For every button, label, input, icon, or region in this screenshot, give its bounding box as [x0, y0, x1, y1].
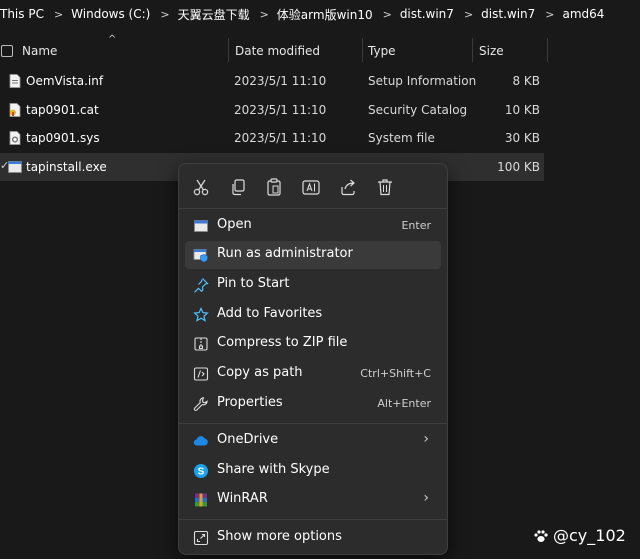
file-name: tapinstall.exe — [26, 160, 107, 174]
menu-item-label: WinRAR — [217, 491, 268, 506]
chevron-right-icon: > — [160, 7, 170, 21]
menu-item-label: Pin to Start — [217, 276, 290, 291]
chevron-right-icon: > — [53, 7, 64, 21]
breadcrumb: This PC > Windows (C:) > 天翼云盘下载 > 体验arm版… — [0, 0, 640, 28]
skype-icon: S — [194, 464, 208, 478]
more-options-icon — [193, 530, 209, 546]
menu-item-label: Add to Favorites — [217, 306, 323, 321]
menu-item-label: Compress to ZIP file — [217, 335, 348, 350]
file-name: tap0901.cat — [26, 103, 99, 117]
menu-item-show-more-options[interactable]: Show more options — [185, 524, 441, 552]
path-icon — [193, 367, 209, 381]
catalog-file-icon — [9, 103, 21, 117]
context-menu-toolbar — [179, 164, 447, 208]
column-divider[interactable] — [228, 38, 229, 62]
chevron-right-icon: › — [423, 431, 429, 447]
menu-item-onedrive[interactable]: OneDrive › — [185, 427, 441, 455]
breadcrumb-arm-win10[interactable]: 体验arm版win10 — [277, 6, 375, 23]
share-icon[interactable] — [337, 176, 359, 198]
file-size: 30 KB — [504, 131, 540, 145]
file-size: 8 KB — [512, 74, 540, 88]
cut-icon[interactable] — [190, 176, 212, 198]
file-type: System file — [368, 131, 435, 145]
shield-window-icon — [193, 249, 208, 263]
menu-item-compress-to-zip[interactable]: Compress to ZIP file — [185, 330, 441, 358]
menu-item-label: Properties — [217, 395, 283, 410]
file-row[interactable]: OemVista.inf 2023/5/1 11:10 Setup Inform… — [0, 67, 544, 95]
file-row[interactable]: tap0901.sys 2023/5/1 11:10 System file 3… — [0, 124, 544, 152]
menu-item-share-with-skype[interactable]: S Share with Skype — [185, 457, 441, 485]
menu-divider — [179, 519, 447, 520]
file-date: 2023/5/1 11:10 — [234, 103, 327, 117]
context-menu: Open Enter Run as administrator Pin to S… — [178, 163, 448, 555]
menu-item-label: Show more options — [217, 529, 342, 544]
file-type: Setup Information — [368, 74, 477, 88]
sys-file-icon — [9, 131, 21, 145]
file-name: tap0901.sys — [26, 131, 100, 145]
breadcrumb-dist-win7-b[interactable]: dist.win7 — [481, 7, 537, 21]
menu-item-shortcut: Ctrl+Shift+C — [360, 367, 431, 380]
column-date-modified[interactable]: Date modified — [235, 44, 320, 58]
menu-item-label: Run as administrator — [217, 246, 353, 261]
select-all-checkbox[interactable] — [1, 45, 13, 57]
chevron-right-icon: > — [382, 7, 392, 21]
breadcrumb-amd64[interactable]: amd64 — [563, 7, 607, 21]
svg-text:S: S — [198, 467, 205, 478]
breadcrumb-tianyi[interactable]: 天翼云盘下载 — [178, 6, 252, 23]
file-row[interactable]: tap0901.cat 2023/5/1 11:10 Security Cata… — [0, 96, 544, 124]
column-size[interactable]: Size — [479, 44, 504, 58]
chevron-right-icon: > — [259, 7, 269, 21]
menu-item-pin-to-start[interactable]: Pin to Start — [185, 271, 441, 299]
watermark-text: @cy_102 — [553, 526, 626, 545]
wrench-icon — [193, 397, 208, 411]
menu-item-add-to-favorites[interactable]: Add to Favorites — [185, 301, 441, 329]
paw-icon — [534, 529, 548, 542]
file-size: 10 KB — [504, 103, 540, 117]
menu-divider — [179, 423, 447, 424]
sort-ascending-icon: ^ — [108, 34, 117, 45]
column-divider[interactable] — [547, 38, 548, 62]
file-type: Security Catalog — [368, 103, 468, 117]
copy-icon[interactable] — [227, 176, 249, 198]
column-divider[interactable] — [362, 38, 363, 62]
delete-icon[interactable] — [374, 176, 396, 198]
inf-file-icon — [9, 74, 21, 88]
breadcrumb-this-pc[interactable]: This PC — [0, 7, 46, 21]
winrar-icon — [195, 493, 207, 507]
paste-icon[interactable] — [263, 176, 285, 198]
menu-item-shortcut: Enter — [401, 219, 431, 232]
menu-divider — [179, 208, 447, 209]
cloud-icon — [193, 436, 208, 446]
breadcrumb-dist-win7-a[interactable]: dist.win7 — [400, 7, 456, 21]
menu-item-label: Copy as path — [217, 365, 303, 380]
file-size: 100 KB — [497, 160, 540, 174]
menu-item-run-as-administrator[interactable]: Run as administrator — [185, 241, 441, 269]
exe-file-icon — [8, 161, 22, 173]
watermark: @cy_102 — [533, 526, 626, 545]
chevron-right-icon: › — [423, 490, 429, 506]
menu-item-copy-as-path[interactable]: Copy as path Ctrl+Shift+C — [185, 360, 441, 388]
column-name[interactable]: Name — [22, 44, 57, 58]
file-date: 2023/5/1 11:10 — [234, 74, 327, 88]
menu-item-open[interactable]: Open Enter — [185, 212, 441, 240]
chevron-right-icon: > — [463, 7, 474, 21]
menu-item-properties[interactable]: Properties Alt+Enter — [185, 390, 441, 418]
star-icon — [193, 307, 209, 322]
column-divider[interactable] — [472, 38, 473, 62]
chevron-right-icon: > — [545, 7, 555, 21]
menu-item-label: Share with Skype — [217, 462, 330, 477]
menu-item-label: OneDrive — [217, 432, 279, 447]
pin-icon — [194, 278, 209, 293]
column-header: ^ Name Date modified Type Size — [0, 34, 560, 66]
menu-item-label: Open — [217, 217, 252, 232]
file-name: OemVista.inf — [26, 74, 104, 88]
menu-item-shortcut: Alt+Enter — [377, 397, 431, 410]
window-icon — [194, 220, 208, 232]
menu-item-winrar[interactable]: WinRAR › — [185, 486, 441, 514]
file-date: 2023/5/1 11:10 — [234, 131, 327, 145]
zip-icon — [194, 337, 208, 351]
rename-icon[interactable] — [300, 176, 322, 198]
breadcrumb-windows-c[interactable]: Windows (C:) — [71, 7, 152, 21]
column-type[interactable]: Type — [368, 44, 396, 58]
